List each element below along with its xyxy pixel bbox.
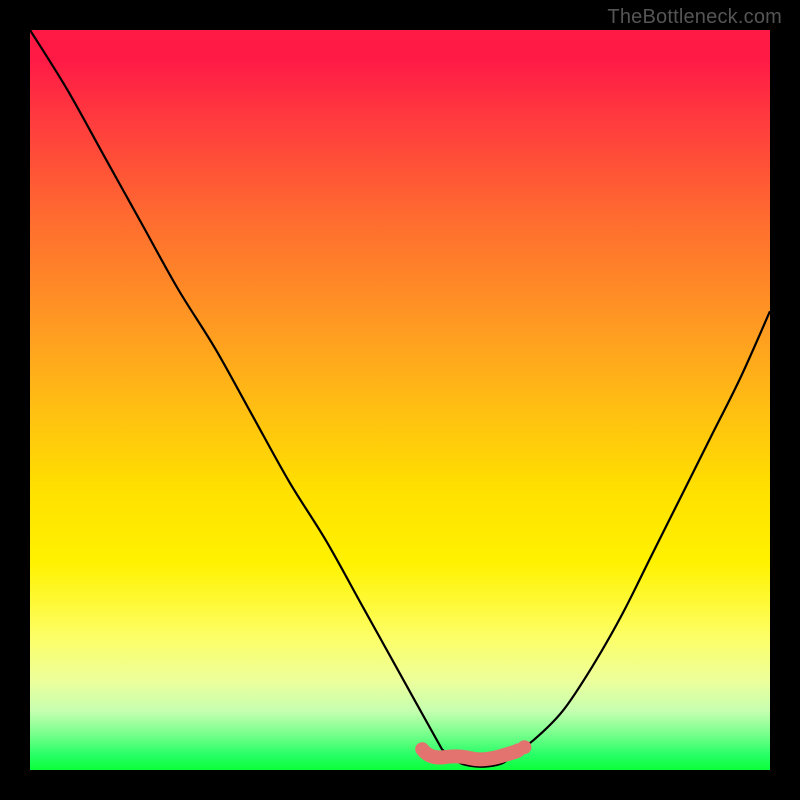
- bottleneck-curve: [30, 30, 770, 767]
- curve-layer: [30, 30, 770, 770]
- plot-area: [30, 30, 770, 770]
- optimal-end-dot: [517, 740, 531, 754]
- watermark-text: TheBottleneck.com: [607, 6, 782, 29]
- optimal-band-marker: [422, 749, 518, 759]
